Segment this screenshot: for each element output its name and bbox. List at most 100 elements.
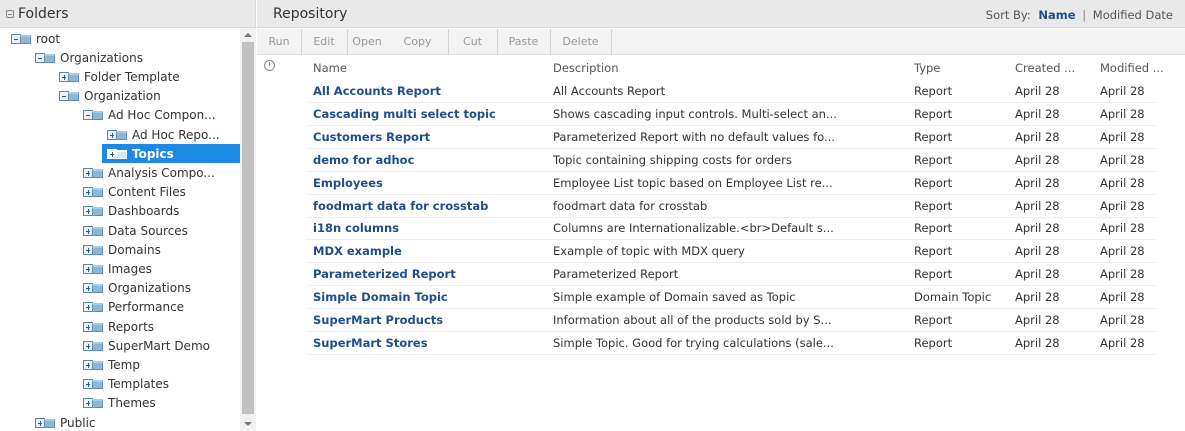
edit-button[interactable]: Edit <box>301 29 347 55</box>
description-cell: foodmart data for crosstab <box>553 198 708 213</box>
table-row[interactable]: Parameterized Report Parameterized Report… <box>257 263 1157 287</box>
folder-node[interactable]: Images <box>83 259 156 278</box>
created-cell: April 28 <box>1015 290 1060 305</box>
report-name-link[interactable]: i18n columns <box>313 221 399 235</box>
delete-button[interactable]: Delete <box>550 29 611 55</box>
report-name-link[interactable]: MDX example <box>313 244 402 258</box>
expanded-folder-icon[interactable] <box>83 109 103 121</box>
folder-label: Templates <box>108 377 170 392</box>
folder-node[interactable]: SuperMart Demo <box>83 336 214 355</box>
collapsed-folder-icon[interactable] <box>107 148 127 160</box>
collapsed-folder-icon[interactable] <box>83 282 103 294</box>
report-name-link[interactable]: Simple Domain Topic <box>313 290 448 304</box>
table-row[interactable]: Simple Domain Topic Simple example of Dom… <box>257 286 1157 310</box>
report-name-link[interactable]: SuperMart Stores <box>313 336 428 350</box>
collapsed-folder-icon[interactable] <box>107 129 127 141</box>
folder-node[interactable]: Ad Hoc Compon... <box>83 106 220 125</box>
collapsed-folder-icon[interactable] <box>83 186 103 198</box>
collapsed-folder-icon[interactable] <box>35 417 55 429</box>
collapsed-folder-icon[interactable] <box>59 71 79 83</box>
table-row[interactable]: demo for adhoc Topic containing shipping … <box>257 149 1157 172</box>
table-row[interactable]: foodmart data for crosstab foodmart data … <box>257 195 1157 218</box>
collapsed-folder-icon[interactable] <box>83 301 103 313</box>
collapsed-folder-icon[interactable] <box>83 378 103 390</box>
folder-node[interactable]: Data Sources <box>83 221 192 240</box>
folder-node[interactable]: Performance <box>83 298 188 317</box>
paste-button[interactable]: Paste <box>497 29 550 55</box>
column-header-created[interactable]: Created ... <box>1015 61 1075 75</box>
folder-node[interactable]: Dashboards <box>83 202 183 221</box>
report-name-link[interactable]: Customers Report <box>313 130 430 144</box>
table-header: Name Description Type Created ... Modifi… <box>257 55 1185 79</box>
created-cell: April 28 <box>1015 106 1060 121</box>
report-name-link[interactable]: SuperMart Products <box>313 313 443 327</box>
collapsed-folder-icon[interactable] <box>83 244 103 256</box>
scroll-down-icon[interactable] <box>244 422 252 426</box>
folder-node[interactable]: Reports <box>83 317 158 336</box>
report-name-link[interactable]: Employees <box>313 176 383 190</box>
scroll-up-icon[interactable] <box>244 33 252 37</box>
column-header-type[interactable]: Type <box>914 61 940 75</box>
expanded-folder-icon[interactable] <box>59 90 79 102</box>
collapsed-folder-icon[interactable] <box>83 340 103 352</box>
column-header-modified[interactable]: Modified ... <box>1100 61 1164 75</box>
column-header-name[interactable]: Name <box>313 61 347 75</box>
table-row[interactable]: i18n columns Columns are Internationaliza… <box>257 217 1157 241</box>
folder-node[interactable]: Folder Template <box>59 67 184 86</box>
report-name-link[interactable]: All Accounts Report <box>313 84 441 98</box>
clock-icon <box>264 60 275 71</box>
folder-node[interactable]: Topics <box>102 144 240 164</box>
report-name-link[interactable]: demo for adhoc <box>313 153 414 167</box>
folders-header[interactable]: Folders <box>0 0 255 28</box>
collapsed-folder-icon[interactable] <box>83 205 103 217</box>
table-row[interactable]: Cascading multi select topic Shows cascad… <box>257 103 1157 126</box>
collapse-icon[interactable] <box>6 9 14 18</box>
column-header-description[interactable]: Description <box>553 61 619 75</box>
repository-header: Repository Sort By: Name | Modified Date <box>257 0 1185 28</box>
collapsed-folder-icon[interactable] <box>83 397 103 409</box>
folder-node[interactable]: Organizations <box>83 279 195 298</box>
folder-node[interactable]: Themes <box>83 394 160 413</box>
folder-node[interactable]: Content Files <box>83 183 190 202</box>
sort-by-modified-date[interactable]: Modified Date <box>1093 8 1173 22</box>
modified-cell: April 28 <box>1100 106 1145 121</box>
cut-button[interactable]: Cut <box>448 29 497 55</box>
scrollbar-thumb[interactable] <box>242 42 254 414</box>
tree-scrollbar[interactable] <box>240 28 256 431</box>
folder-node[interactable]: Temp <box>83 355 144 374</box>
description-cell: Simple Topic. Good for trying calculatio… <box>553 335 834 350</box>
toolbar-divider <box>611 29 612 55</box>
collapsed-folder-icon[interactable] <box>83 225 103 237</box>
run-button[interactable]: Run <box>257 29 301 55</box>
collapsed-folder-icon[interactable] <box>83 167 103 179</box>
table-row[interactable]: Employees Employee List topic based on Em… <box>257 172 1157 195</box>
folder-node[interactable]: Organization <box>59 87 165 106</box>
collapsed-folder-icon[interactable] <box>83 359 103 371</box>
table-row[interactable]: SuperMart Stores Simple Topic. Good for t… <box>257 332 1157 355</box>
open-button[interactable]: Open <box>347 29 387 55</box>
report-name-link[interactable]: Cascading multi select topic <box>313 107 496 121</box>
folder-node[interactable]: Analysis Compo... <box>83 163 219 182</box>
report-name-link[interactable]: foodmart data for crosstab <box>313 199 488 213</box>
collapsed-folder-icon[interactable] <box>83 263 103 275</box>
folder-node[interactable]: Public <box>35 413 100 431</box>
collapsed-folder-icon[interactable] <box>83 321 103 333</box>
expanded-folder-icon[interactable] <box>35 52 55 64</box>
folder-node[interactable]: Organizations <box>35 48 147 67</box>
report-name-link[interactable]: Parameterized Report <box>313 267 456 281</box>
type-cell: Report <box>914 198 953 213</box>
sort-by-name[interactable]: Name <box>1038 8 1075 22</box>
folder-node[interactable]: root <box>11 29 64 48</box>
folder-node[interactable]: Ad Hoc Repo... <box>107 125 224 144</box>
repository-panel: Repository Sort By: Name | Modified Date… <box>257 0 1185 431</box>
expanded-folder-icon[interactable] <box>11 33 31 45</box>
sort-label: Sort By: <box>985 8 1031 22</box>
description-cell: Parameterized Report with no default val… <box>553 129 835 144</box>
table-row[interactable]: SuperMart Products Information about all … <box>257 309 1157 332</box>
copy-button[interactable]: Copy <box>387 29 448 55</box>
table-row[interactable]: Customers Report Parameterized Report wit… <box>257 126 1157 149</box>
folder-node[interactable]: Domains <box>83 240 165 259</box>
folder-node[interactable]: Templates <box>83 375 173 394</box>
table-row[interactable]: All Accounts Report All Accounts Report Re… <box>257 80 1157 103</box>
table-row[interactable]: MDX example Example of topic with MDX que… <box>257 240 1157 264</box>
